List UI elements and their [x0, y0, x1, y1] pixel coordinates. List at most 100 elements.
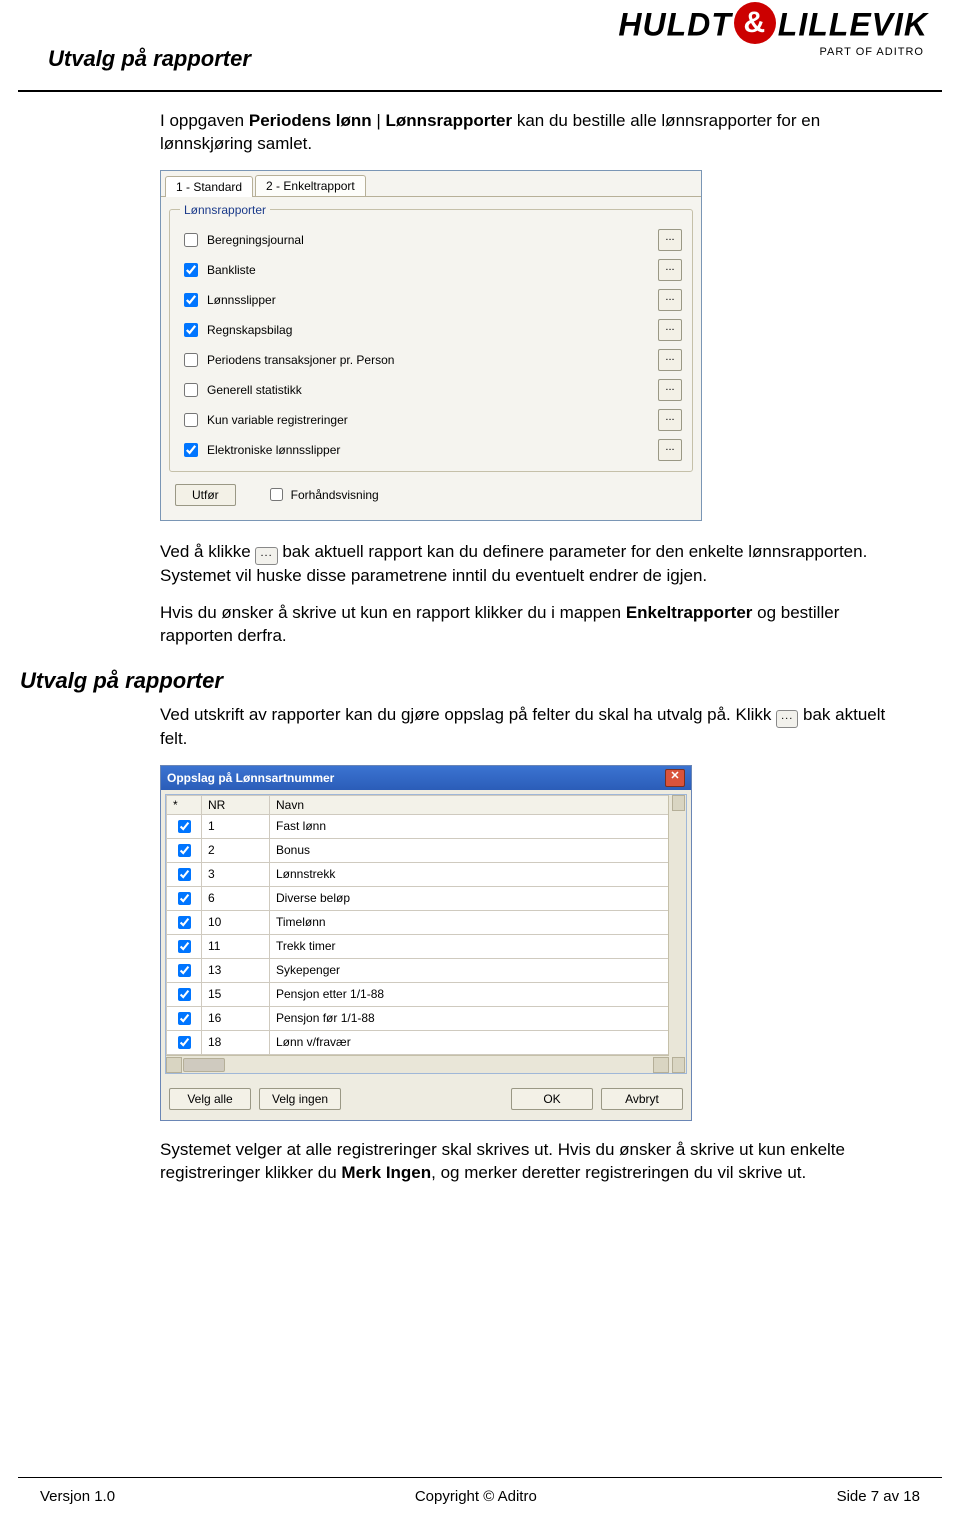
close-icon[interactable]: ✕: [665, 769, 685, 787]
row-checkbox-cell[interactable]: [167, 1030, 202, 1054]
report-checkbox-input[interactable]: [184, 233, 198, 247]
ellipsis-button[interactable]: ...: [658, 229, 682, 251]
col-select[interactable]: *: [167, 795, 202, 814]
row-name: Lønnstrekk: [270, 862, 686, 886]
table-row[interactable]: 15Pensjon etter 1/1-88: [167, 982, 686, 1006]
row-nr: 13: [202, 958, 270, 982]
row-nr: 18: [202, 1030, 270, 1054]
footer-version: Versjon 1.0: [40, 1488, 115, 1505]
report-checkbox-input[interactable]: [184, 443, 198, 457]
report-checkbox[interactable]: Beregningsjournal: [180, 230, 658, 250]
ellipsis-button[interactable]: ...: [658, 289, 682, 311]
report-checkbox[interactable]: Kun variable registreringer: [180, 410, 658, 430]
report-checkbox-input[interactable]: [184, 293, 198, 307]
row-checkbox-cell[interactable]: [167, 886, 202, 910]
ellipsis-button[interactable]: ...: [658, 439, 682, 461]
row-checkbox-cell[interactable]: [167, 934, 202, 958]
row-checkbox-cell[interactable]: [167, 910, 202, 934]
row-checkbox-cell[interactable]: [167, 1006, 202, 1030]
report-checkbox[interactable]: Periodens transaksjoner pr. Person: [180, 350, 658, 370]
row-checkbox[interactable]: [178, 964, 191, 977]
report-checkbox[interactable]: Elektroniske lønnsslipper: [180, 440, 658, 460]
ellipsis-button[interactable]: ...: [658, 259, 682, 281]
select-none-button[interactable]: Velg ingen: [259, 1088, 341, 1110]
ellipsis-button[interactable]: ...: [658, 319, 682, 341]
row-checkbox[interactable]: [178, 892, 191, 905]
table-row[interactable]: 2Bonus: [167, 838, 686, 862]
scrollbar-vertical[interactable]: [668, 795, 686, 1073]
row-nr: 2: [202, 838, 270, 862]
row-checkbox-cell[interactable]: [167, 958, 202, 982]
ellipsis-icon: ...: [255, 547, 277, 565]
preview-checkbox[interactable]: Forhåndsvisning: [266, 485, 379, 504]
report-checkbox[interactable]: Generell statistikk: [180, 380, 658, 400]
row-checkbox[interactable]: [178, 1012, 191, 1025]
report-row: Lønnsslipper...: [180, 285, 682, 315]
brand-logo: HULDT&LILLEVIK PART OF ADITRO: [618, 6, 928, 58]
table-row[interactable]: 13Sykepenger: [167, 958, 686, 982]
report-checkbox[interactable]: Regnskapsbilag: [180, 320, 658, 340]
report-label: Regnskapsbilag: [207, 323, 292, 337]
report-checkbox-input[interactable]: [184, 353, 198, 367]
row-name: Diverse beløp: [270, 886, 686, 910]
logo-text-right: LILLEVIK: [778, 6, 928, 42]
report-row: Regnskapsbilag...: [180, 315, 682, 345]
ellipsis-button[interactable]: ...: [658, 379, 682, 401]
preview-checkbox-input[interactable]: [270, 488, 283, 501]
row-name: Bonus: [270, 838, 686, 862]
row-checkbox[interactable]: [178, 916, 191, 929]
row-checkbox-cell[interactable]: [167, 814, 202, 838]
select-all-button[interactable]: Velg alle: [169, 1088, 251, 1110]
lookup-table: * NR Navn 1Fast lønn2Bonus3Lønnstrekk6Di…: [166, 795, 686, 1055]
row-name: Lønn v/fravær: [270, 1030, 686, 1054]
paragraph-mark-none: Systemet velger at alle registreringer s…: [160, 1139, 900, 1185]
report-row: Bankliste...: [180, 255, 682, 285]
tab-single-report[interactable]: 2 - Enkeltrapport: [255, 175, 366, 196]
table-row[interactable]: 3Lønnstrekk: [167, 862, 686, 886]
report-checkbox-input[interactable]: [184, 323, 198, 337]
row-nr: 16: [202, 1006, 270, 1030]
row-nr: 6: [202, 886, 270, 910]
row-nr: 10: [202, 910, 270, 934]
table-row[interactable]: 1Fast lønn: [167, 814, 686, 838]
row-checkbox[interactable]: [178, 844, 191, 857]
execute-button[interactable]: Utfør: [175, 484, 236, 506]
reports-dialog: 1 - Standard 2 - Enkeltrapport Lønnsrapp…: [160, 170, 702, 521]
report-checkbox-input[interactable]: [184, 413, 198, 427]
row-checkbox-cell[interactable]: [167, 862, 202, 886]
report-label: Elektroniske lønnsslipper: [207, 443, 340, 457]
row-checkbox[interactable]: [178, 940, 191, 953]
report-checkbox-input[interactable]: [184, 383, 198, 397]
tab-standard[interactable]: 1 - Standard: [165, 176, 253, 197]
row-checkbox[interactable]: [178, 1036, 191, 1049]
scrollbar-horizontal[interactable]: [166, 1055, 669, 1073]
ellipsis-button[interactable]: ...: [658, 349, 682, 371]
row-checkbox-cell[interactable]: [167, 838, 202, 862]
report-checkbox[interactable]: Lønnsslipper: [180, 290, 658, 310]
table-row[interactable]: 16Pensjon før 1/1-88: [167, 1006, 686, 1030]
row-checkbox-cell[interactable]: [167, 982, 202, 1006]
table-row[interactable]: 10Timelønn: [167, 910, 686, 934]
reports-legend: Lønnsrapporter: [180, 203, 270, 217]
report-checkbox[interactable]: Bankliste: [180, 260, 658, 280]
ok-button[interactable]: OK: [511, 1088, 593, 1110]
report-row: Generell statistikk...: [180, 375, 682, 405]
report-row: Periodens transaksjoner pr. Person...: [180, 345, 682, 375]
page-footer: Versjon 1.0 Copyright © Aditro Side 7 av…: [18, 1477, 942, 1505]
report-checkbox-input[interactable]: [184, 263, 198, 277]
report-label: Beregningsjournal: [207, 233, 304, 247]
row-nr: 3: [202, 862, 270, 886]
cancel-button[interactable]: Avbryt: [601, 1088, 683, 1110]
col-nr[interactable]: NR: [202, 795, 270, 814]
table-row[interactable]: 11Trekk timer: [167, 934, 686, 958]
row-checkbox[interactable]: [178, 988, 191, 1001]
col-name[interactable]: Navn: [270, 795, 686, 814]
table-row[interactable]: 18Lønn v/fravær: [167, 1030, 686, 1054]
ellipsis-button[interactable]: ...: [658, 409, 682, 431]
row-checkbox[interactable]: [178, 820, 191, 833]
report-label: Kun variable registreringer: [207, 413, 348, 427]
report-label: Lønnsslipper: [207, 293, 276, 307]
row-checkbox[interactable]: [178, 868, 191, 881]
table-row[interactable]: 6Diverse beløp: [167, 886, 686, 910]
report-label: Periodens transaksjoner pr. Person: [207, 353, 394, 367]
